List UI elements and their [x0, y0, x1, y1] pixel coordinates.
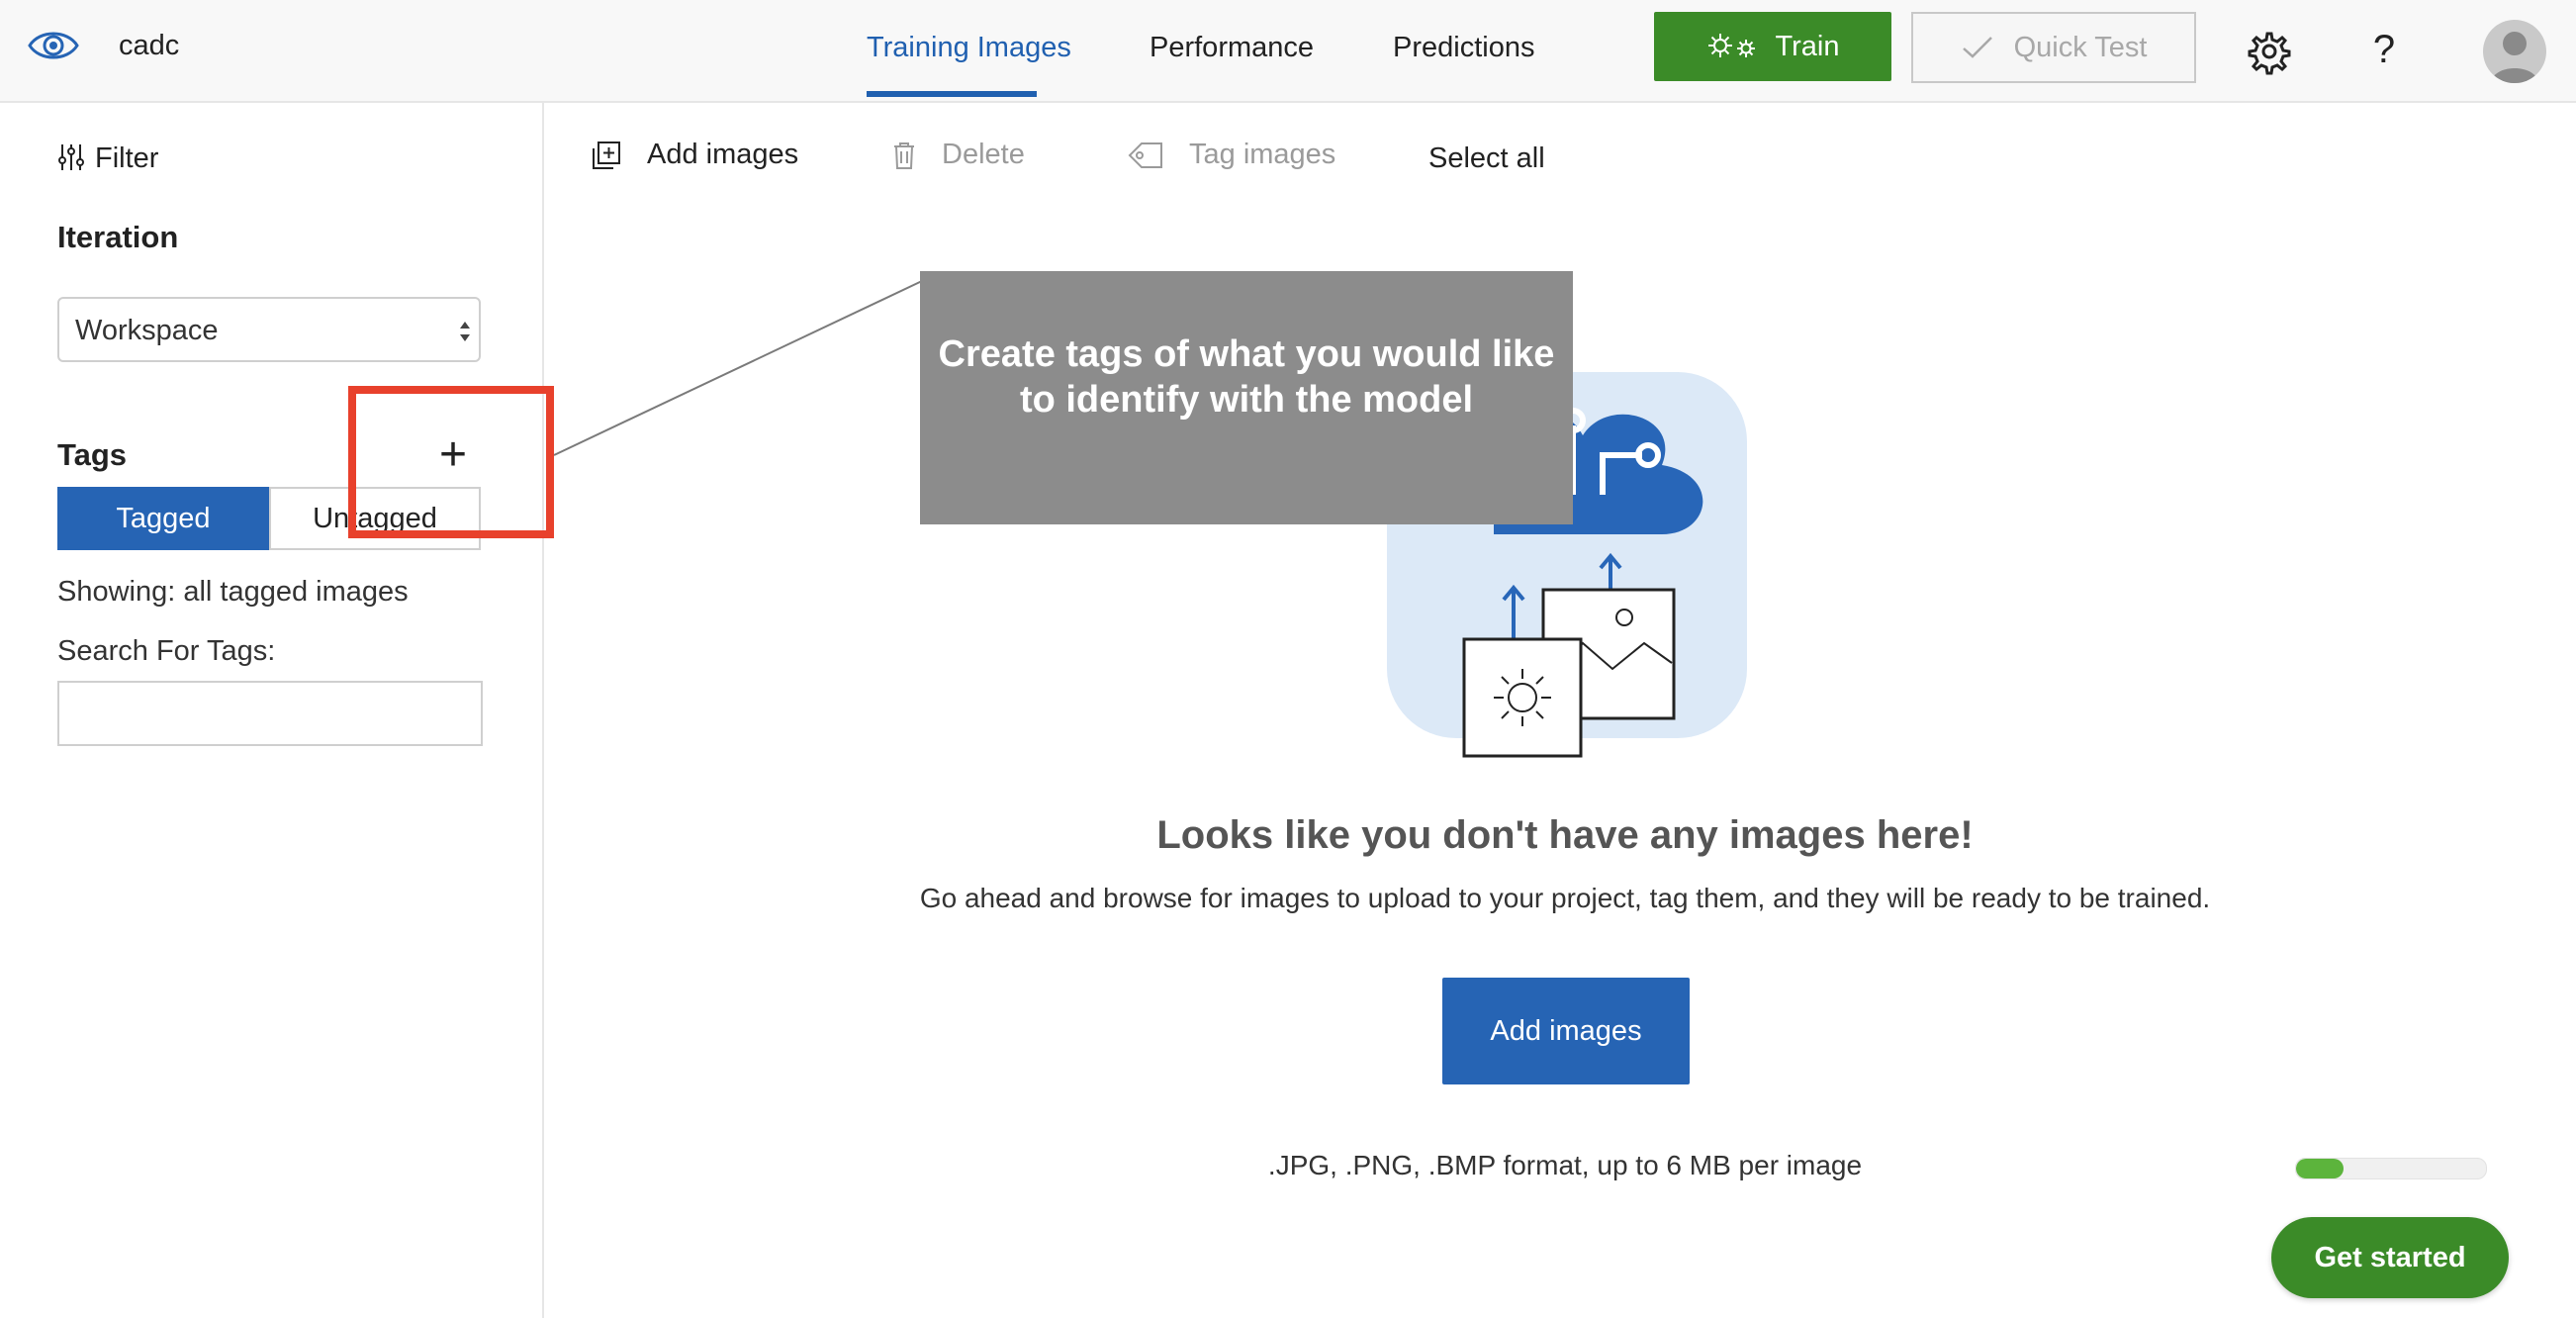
settings-gear-icon[interactable]: [2246, 28, 2293, 75]
search-tags-label: Search For Tags:: [57, 635, 276, 667]
filter-label[interactable]: Filter: [95, 142, 158, 175]
delete-toolbar-button[interactable]: Delete: [892, 139, 1025, 171]
showing-status: Showing: all tagged images: [57, 576, 409, 608]
add-images-toolbar-label: Add images: [647, 139, 799, 170]
gears-icon: [1707, 34, 1755, 57]
trash-icon: [894, 141, 914, 169]
project-name[interactable]: cadc: [119, 30, 179, 62]
get-started-button[interactable]: Get started: [2271, 1217, 2509, 1298]
tab-training-images[interactable]: Training Images: [867, 32, 1071, 64]
add-images-toolbar-button[interactable]: Add images: [592, 139, 798, 171]
train-button[interactable]: Train: [1654, 12, 1891, 81]
person-icon: [2491, 32, 2538, 83]
tag-icon: [1128, 141, 1162, 168]
search-tags-input[interactable]: [57, 681, 483, 746]
format-note: .JPG, .PNG, .BMP format, up to 6 MB per …: [1267, 1150, 1863, 1180]
filter-sliders-icon[interactable]: [57, 142, 85, 172]
tags-heading: Tags: [57, 437, 128, 472]
help-question-icon[interactable]: ?: [2364, 24, 2404, 75]
active-tab-indicator: [867, 91, 1037, 97]
delete-toolbar-label: Delete: [942, 139, 1025, 170]
iteration-heading: Iteration: [57, 220, 179, 254]
select-updown-icon: [460, 322, 470, 341]
empty-state-description: Go ahead and browse for images to upload…: [919, 883, 2211, 913]
train-label: Train: [1775, 30, 1840, 62]
tab-predictions[interactable]: Predictions: [1393, 32, 1534, 64]
quick-test-label: Quick Test: [2013, 31, 2148, 63]
add-images-button[interactable]: Add images: [1442, 978, 1690, 1084]
select-all-button[interactable]: Select all: [1428, 142, 1545, 175]
tab-performance[interactable]: Performance: [1150, 32, 1314, 64]
onboarding-progress-fill: [2296, 1159, 2344, 1178]
tag-images-toolbar-label: Tag images: [1189, 139, 1336, 170]
empty-state-title: Looks like you don't have any images her…: [1156, 813, 1974, 857]
user-avatar[interactable]: [2483, 20, 2546, 83]
coachmark-highlight: [348, 386, 554, 538]
eye-logo-icon[interactable]: [28, 24, 79, 67]
quick-test-button[interactable]: Quick Test: [1911, 12, 2196, 83]
onboarding-progress-bar: [2295, 1158, 2487, 1179]
tag-images-toolbar-button[interactable]: Tag images: [1128, 139, 1335, 171]
add-image-icon: [593, 141, 620, 169]
tagged-toggle[interactable]: Tagged: [57, 487, 269, 550]
iteration-select-value: Workspace: [75, 315, 219, 346]
checkmark-icon: [1962, 37, 1992, 58]
coachmark-callout: Create tags of what you would like to id…: [920, 271, 1573, 524]
